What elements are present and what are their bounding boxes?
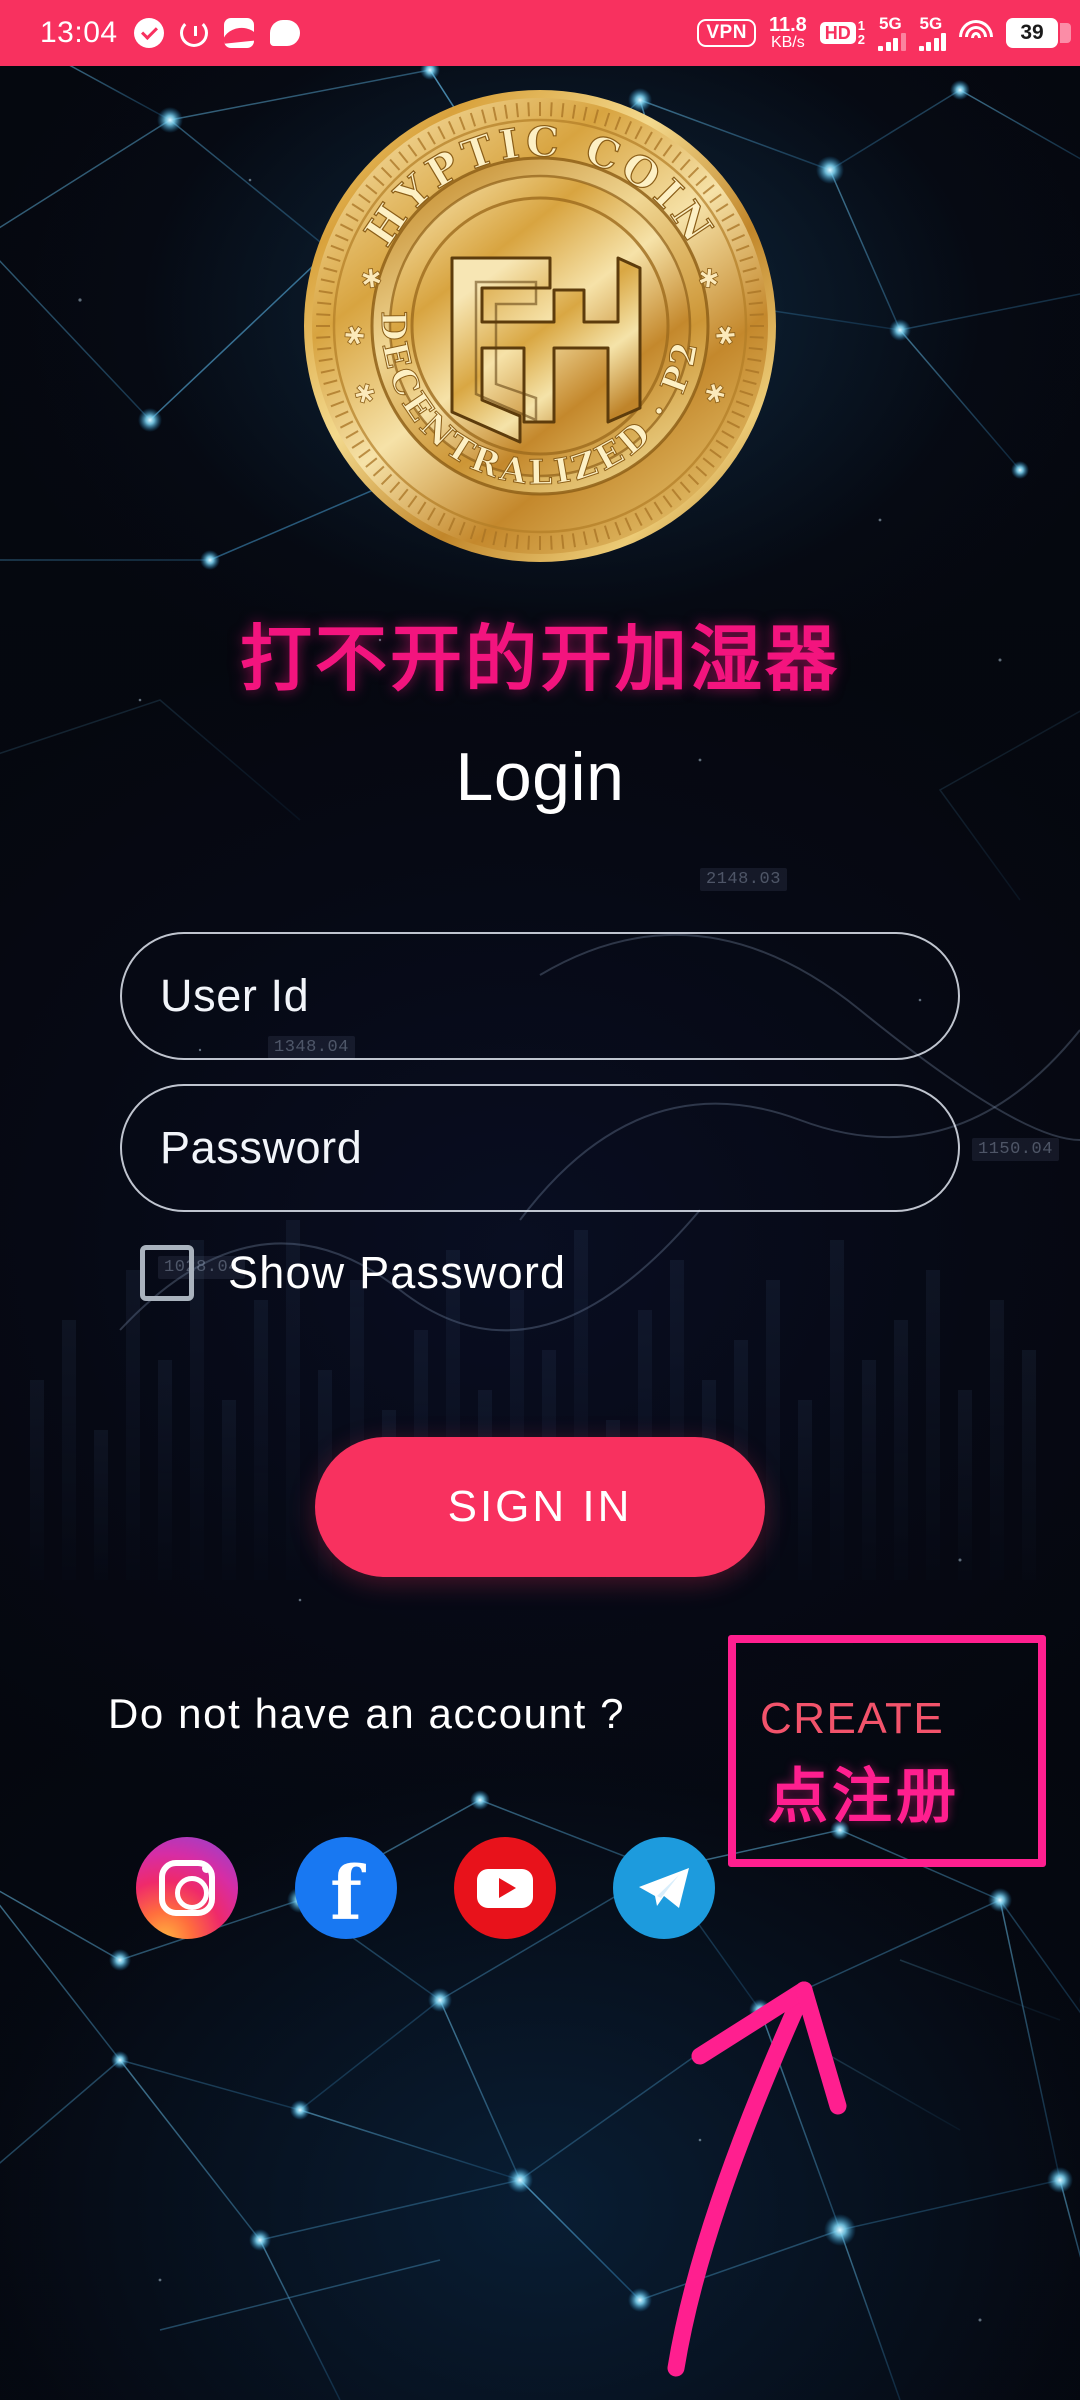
password-input[interactable]: Password xyxy=(120,1084,960,1212)
network-speed-indicator: 11.8 KB/s xyxy=(768,13,807,52)
network-speed-unit: KB/s xyxy=(770,34,805,52)
login-form: User Id Password xyxy=(120,932,960,1236)
youtube-icon[interactable] xyxy=(454,1837,556,1939)
status-bar: 13:04 VPN 11.8 KB/s HD 1 2 5G 5G 39 xyxy=(0,0,1080,66)
status-bar-clock: 13:04 xyxy=(40,16,118,49)
photo-icon xyxy=(223,18,254,48)
instagram-icon[interactable] xyxy=(136,1837,238,1939)
hyptic-coin-logo-icon: HYPTIC COIN DECENTRALIZED · P2P ✱ ✱ ✱ ✱ … xyxy=(300,86,780,566)
sign-in-button[interactable]: SIGN IN xyxy=(315,1437,765,1577)
create-annotation-label: 点注册 xyxy=(768,1762,960,1832)
signal1-network-label: 5G xyxy=(879,13,902,33)
sim2-label: 2 xyxy=(857,31,865,47)
signal-icon-sim1: 5G xyxy=(878,15,906,51)
status-bar-left: 13:04 xyxy=(40,16,300,50)
svg-text:✱: ✱ xyxy=(340,324,371,348)
network-speed-value: 11.8 xyxy=(768,13,807,36)
show-password-row[interactable]: Show Password xyxy=(140,1245,566,1301)
hd-voice-icon: HD 1 2 xyxy=(819,18,865,47)
svg-text:✱: ✱ xyxy=(708,324,739,348)
battery-indicator: 39 xyxy=(1006,17,1058,48)
wifi-icon xyxy=(959,20,993,45)
background-price-label: 2148.03 xyxy=(700,868,787,891)
check-circle-icon xyxy=(133,18,164,48)
show-password-label: Show Password xyxy=(228,1247,567,1298)
create-account-link[interactable]: CREATE xyxy=(760,1694,944,1744)
clock-refresh-icon xyxy=(179,19,208,47)
background-price-label: 1150.04 xyxy=(972,1138,1059,1161)
hd-badge-label: HD xyxy=(819,21,856,44)
page-title: Login xyxy=(455,739,625,815)
user-id-placeholder: User Id xyxy=(160,970,310,1021)
telegram-icon[interactable] xyxy=(613,1837,715,1939)
login-screen: 2148.03 1348.04 1028.04 1150.04 13:04 VP… xyxy=(0,0,1080,2400)
brand-title: 打不开的开加湿器 xyxy=(239,617,840,701)
status-bar-right: VPN 11.8 KB/s HD 1 2 5G 5G 39 xyxy=(697,13,1058,52)
telegram-plane-glyph xyxy=(639,1868,689,1908)
social-links-row: f xyxy=(136,1837,715,1939)
chat-bubble-icon xyxy=(269,20,300,46)
signal2-network-label: 5G xyxy=(919,13,943,33)
user-id-input[interactable]: User Id xyxy=(120,932,960,1060)
show-password-checkbox[interactable] xyxy=(140,1245,194,1301)
sim1-label: 1 xyxy=(857,18,865,34)
signal-icon-sim2: 5G xyxy=(918,13,946,51)
no-account-text: Do not have an account ? xyxy=(108,1690,626,1737)
facebook-icon[interactable]: f xyxy=(295,1837,397,1939)
password-placeholder: Password xyxy=(160,1122,363,1173)
vpn-icon: VPN xyxy=(697,18,756,47)
